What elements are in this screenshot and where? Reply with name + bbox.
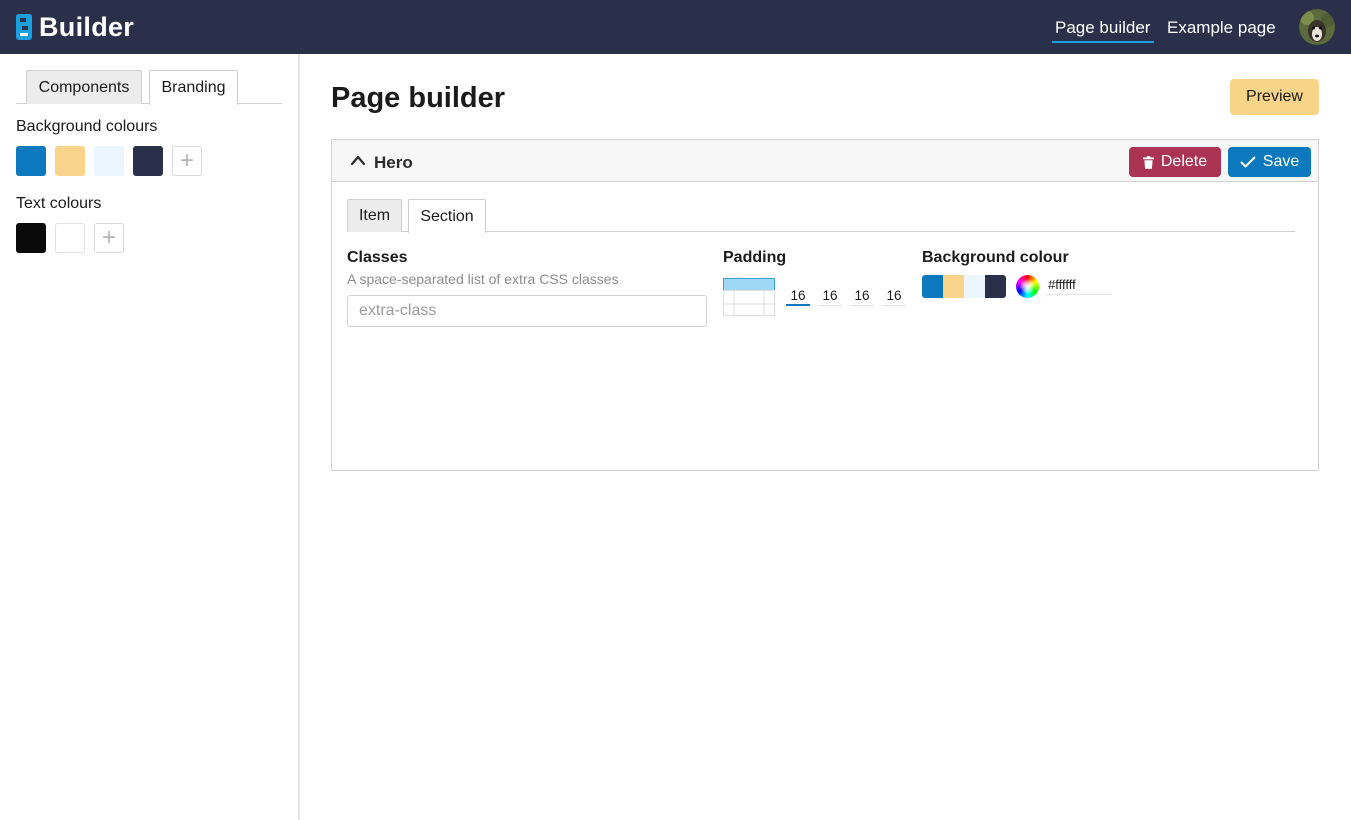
save-button[interactable]: Save bbox=[1228, 147, 1311, 177]
background-colours-label: Background colours bbox=[16, 118, 158, 135]
app-name: Builder bbox=[39, 11, 135, 42]
delete-button[interactable]: Delete bbox=[1129, 147, 1221, 177]
tab-components[interactable]: Components bbox=[26, 70, 142, 104]
logo[interactable]: Builder bbox=[16, 11, 135, 42]
avatar[interactable] bbox=[1299, 9, 1335, 45]
classes-help-text: A space-separated list of extra CSS clas… bbox=[347, 271, 619, 287]
padding-right-input[interactable]: 16 bbox=[818, 288, 842, 306]
tab-branding[interactable]: Branding bbox=[149, 70, 238, 105]
delete-label: Delete bbox=[1160, 153, 1208, 170]
text-colours-label: Text colours bbox=[16, 195, 102, 212]
classes-label: Classes bbox=[347, 249, 408, 266]
save-label: Save bbox=[1262, 153, 1300, 170]
classes-input[interactable] bbox=[347, 295, 707, 327]
user-avatar-icon bbox=[1299, 9, 1335, 45]
preview-button[interactable]: Preview bbox=[1230, 79, 1319, 115]
background-option-swatch[interactable] bbox=[964, 275, 985, 298]
check-icon bbox=[1240, 156, 1256, 168]
background-colour-swatch[interactable] bbox=[94, 146, 124, 176]
background-colour-swatch[interactable] bbox=[133, 146, 163, 176]
builder-logo-icon bbox=[16, 14, 32, 40]
background-option-swatch[interactable] bbox=[922, 275, 943, 298]
page-title: Page builder bbox=[331, 82, 506, 114]
tab-section[interactable]: Section bbox=[408, 199, 486, 233]
nav-page-builder[interactable]: Page builder bbox=[1051, 18, 1155, 43]
chevron-up-icon[interactable] bbox=[350, 154, 366, 166]
padding-side-selector-icon[interactable] bbox=[723, 278, 775, 316]
padding-label: Padding bbox=[723, 249, 787, 266]
background-option-swatch[interactable] bbox=[943, 275, 964, 298]
padding-top-input[interactable]: 16 bbox=[786, 288, 810, 306]
text-colour-swatch[interactable] bbox=[16, 223, 46, 253]
plus-icon: + bbox=[179, 147, 194, 174]
sidebar: Components Branding Background colours +… bbox=[0, 54, 300, 820]
sidebar-tabs: Components Branding bbox=[16, 70, 282, 105]
padding-left-input[interactable]: 16 bbox=[882, 288, 906, 306]
trash-icon bbox=[1142, 155, 1154, 169]
background-option-swatch[interactable] bbox=[985, 275, 1006, 298]
nav-example-page[interactable]: Example page bbox=[1167, 18, 1276, 38]
background-hex-input[interactable]: #ffffff bbox=[1046, 277, 1112, 295]
tab-item[interactable]: Item bbox=[347, 199, 402, 232]
component-panel: Hero Delete Save Item Section Classes A … bbox=[331, 139, 1319, 471]
background-colour-swatch[interactable] bbox=[55, 146, 85, 176]
background-colour-swatch[interactable] bbox=[16, 146, 46, 176]
top-bar: Builder Page builder Example page bbox=[0, 0, 1351, 54]
add-text-colour-button[interactable]: + bbox=[94, 223, 124, 253]
text-colour-swatch[interactable] bbox=[55, 223, 85, 253]
panel-tabs: Item Section bbox=[347, 199, 1295, 233]
padding-bottom-input[interactable]: 16 bbox=[850, 288, 874, 306]
panel-title: Hero bbox=[374, 153, 413, 172]
colour-picker-icon[interactable] bbox=[1016, 275, 1039, 298]
background-colour-options bbox=[922, 275, 1006, 298]
background-colour-label: Background colour bbox=[922, 249, 1069, 266]
plus-icon: + bbox=[101, 224, 116, 251]
add-background-colour-button[interactable]: + bbox=[172, 146, 202, 176]
panel-header: Hero Delete Save bbox=[332, 140, 1318, 182]
